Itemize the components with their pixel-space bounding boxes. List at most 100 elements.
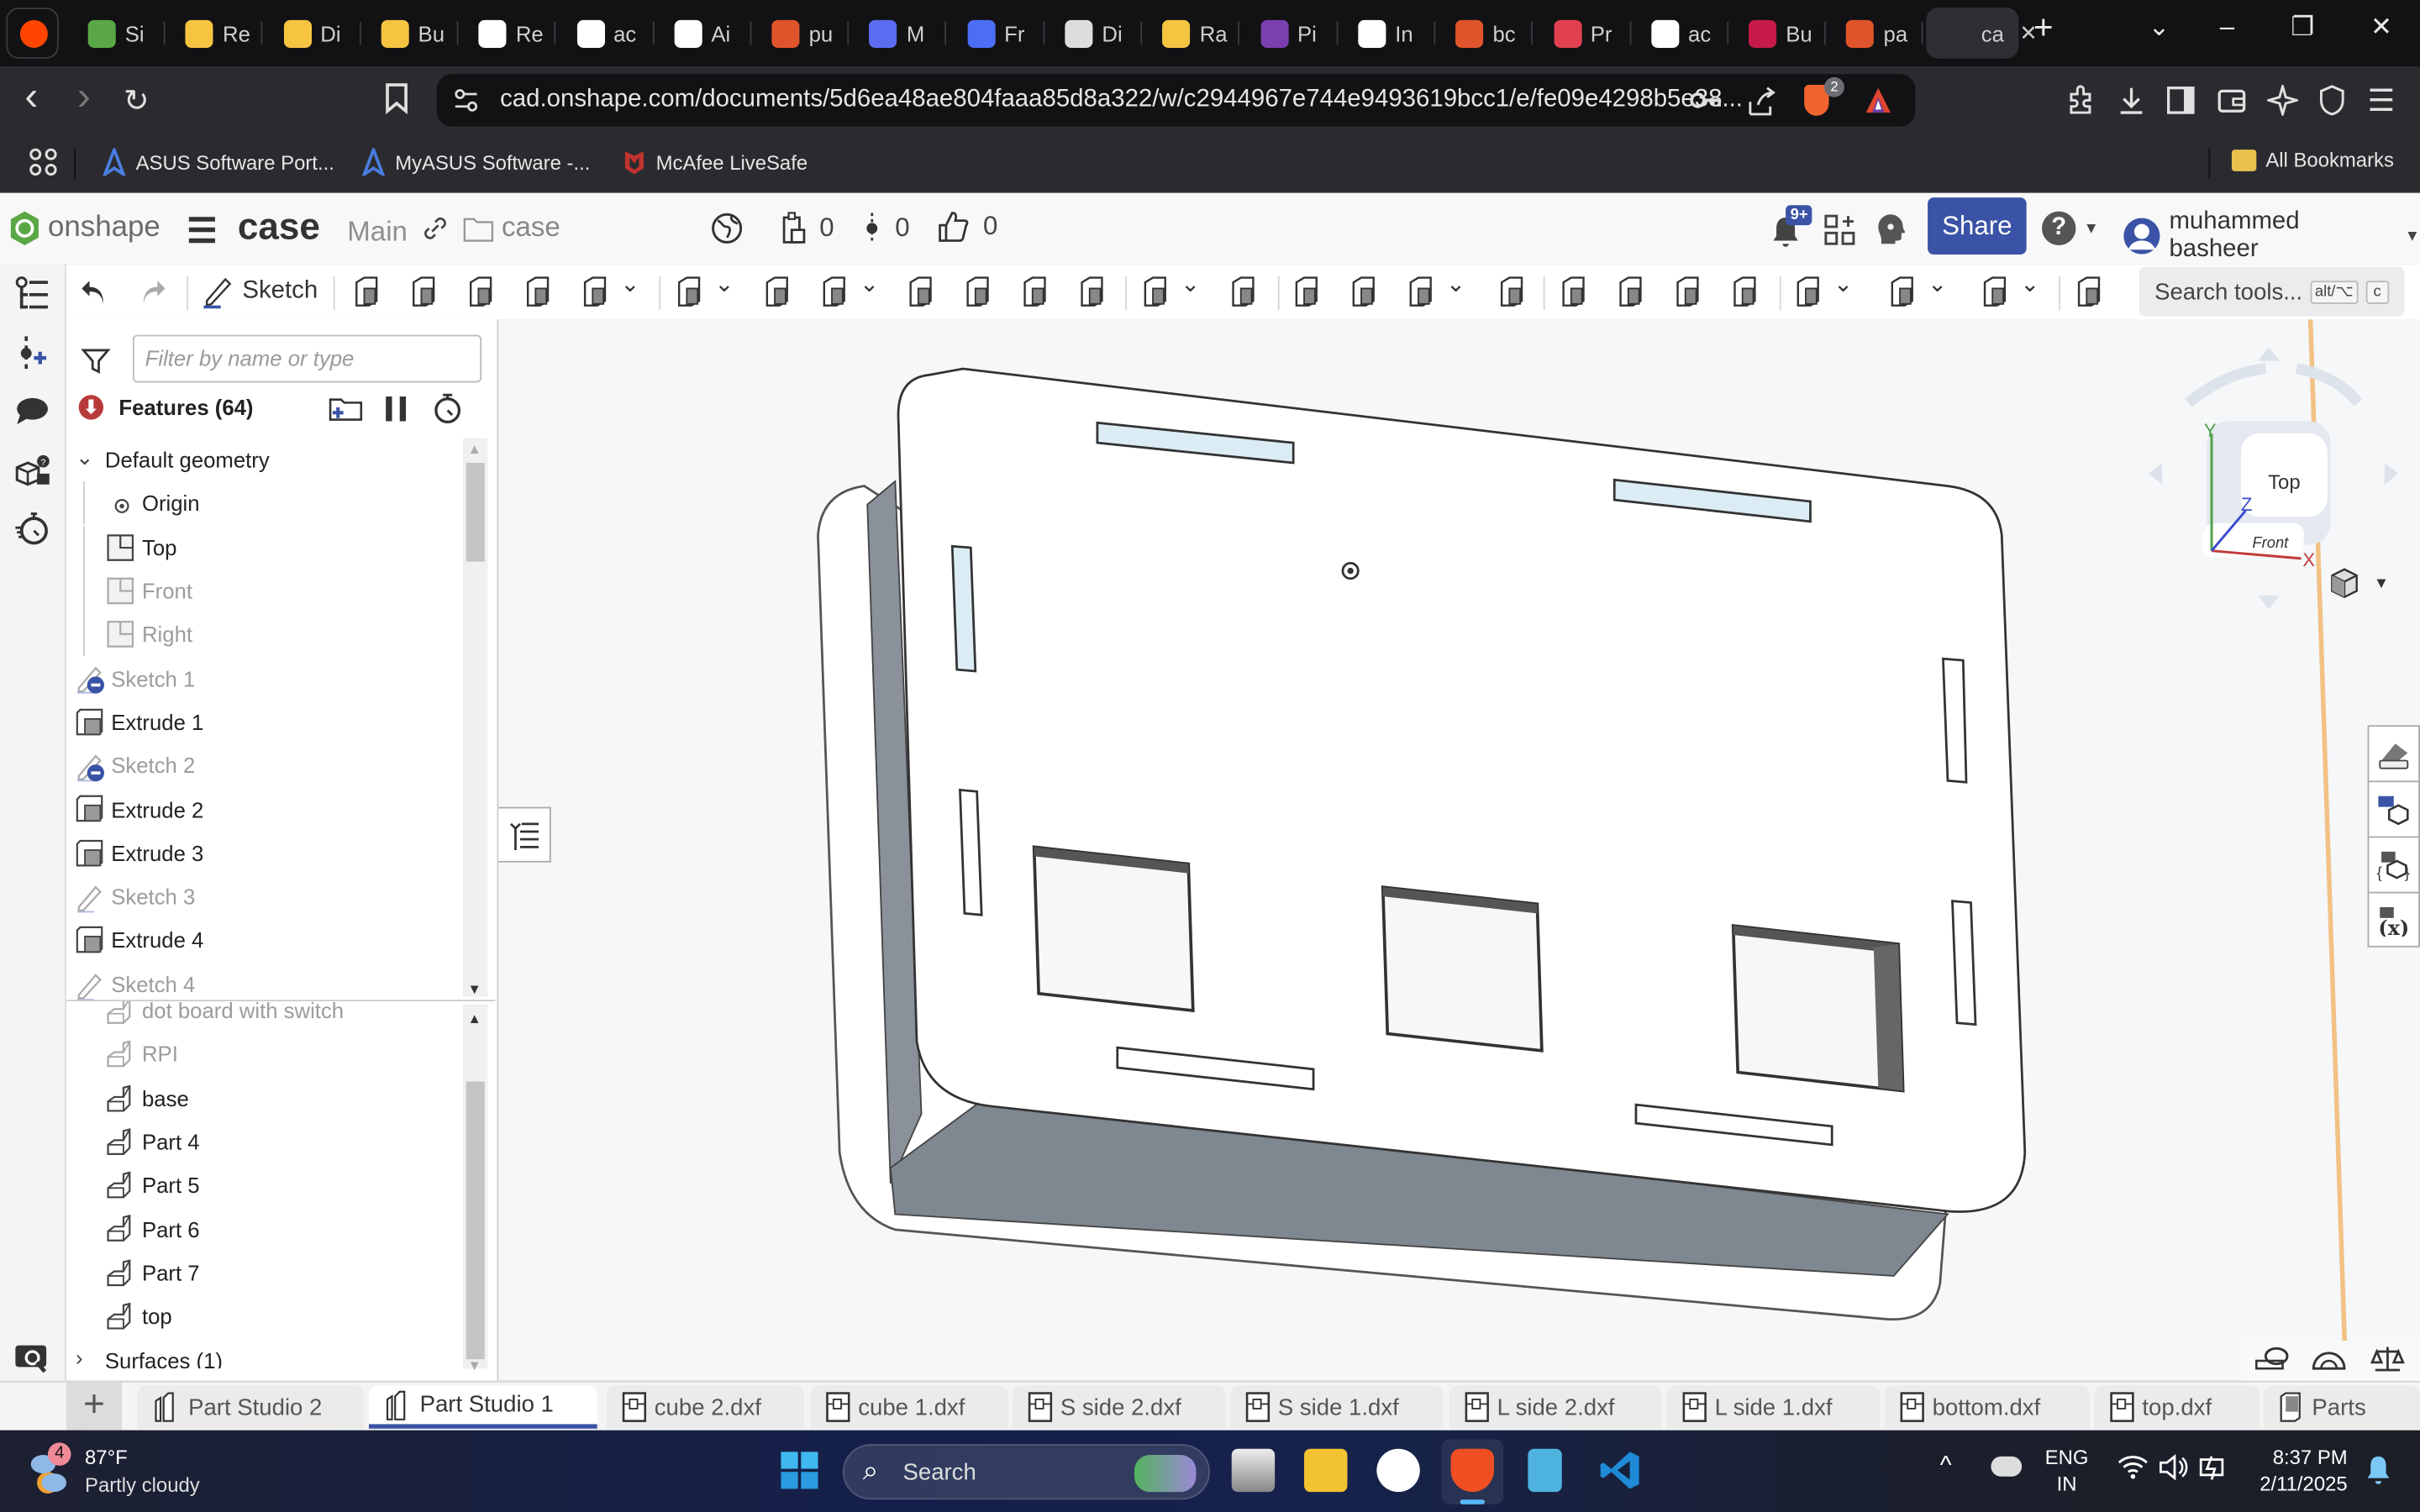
sheet-metal-icon[interactable] [1886, 275, 1919, 308]
feature-item[interactable]: Sketch 2 [66, 743, 461, 787]
browser-tab[interactable]: Ai [655, 8, 752, 59]
chamfer-icon[interactable] [761, 275, 795, 308]
search-help-icon[interactable] [14, 1341, 51, 1378]
chevron-down-icon[interactable]: ⌄ [860, 270, 879, 297]
hamburger-menu-icon[interactable]: ☰ [187, 212, 217, 252]
view-options-button[interactable]: ▼ [2328, 566, 2389, 600]
address-bar[interactable]: cad.onshape.com/documents/5d6ea48ae804fa… [436, 74, 1916, 127]
sweep-icon[interactable] [465, 275, 498, 308]
task-view-icon[interactable] [1231, 1448, 1276, 1493]
loft-icon[interactable] [522, 275, 555, 308]
add-custom-feature-icon[interactable] [2073, 275, 2107, 308]
draft-icon[interactable] [818, 275, 851, 308]
add-tab-button[interactable]: + [66, 1382, 123, 1431]
part-item[interactable]: Part 4 [66, 1120, 461, 1163]
public-globe-icon[interactable] [710, 212, 744, 254]
browser-tab[interactable]: In [1339, 8, 1435, 59]
browser-tab[interactable]: ac [1633, 8, 1728, 59]
insert-mate-connector-icon[interactable] [14, 335, 51, 372]
password-key-icon[interactable] [1690, 88, 1721, 121]
part-item[interactable]: Part 6 [66, 1207, 461, 1251]
transform-icon[interactable] [1404, 275, 1438, 308]
bookmark-mcafee-livesafe[interactable]: McAfee LiveSafe [622, 148, 808, 176]
restore-button[interactable]: ❐ [2281, 13, 2324, 44]
split-icon[interactable] [1347, 275, 1381, 308]
measure-tape-icon[interactable] [2254, 1344, 2289, 1383]
volume-icon[interactable] [2158, 1453, 2189, 1488]
sidebar-toggle-icon[interactable] [2166, 85, 2195, 125]
weather-widget[interactable]: 4 87°F Partly cloudy [28, 1442, 229, 1504]
feature-item[interactable]: Sketch 3 [66, 874, 461, 918]
tab-cube-2-dxf[interactable]: cube 2.dxf [606, 1385, 804, 1429]
onedrive-icon[interactable] [1991, 1456, 2023, 1477]
scroll-up-arrow[interactable]: ▲ [468, 1011, 481, 1026]
system-clock[interactable]: 8:37 PM 2/11/2025 [2245, 1444, 2347, 1496]
chevron-down-icon[interactable]: ⌄ [76, 444, 94, 470]
feature-item[interactable]: Front [66, 569, 461, 613]
forward-button[interactable]: › [77, 72, 91, 120]
configuration-locked-icon[interactable]: ? [14, 452, 51, 489]
feature-item[interactable]: Sketch 1 [66, 657, 461, 701]
chevron-down-icon[interactable]: ⌄ [2020, 270, 2039, 297]
feature-list-scrollbar[interactable]: ▲ ▼ [463, 438, 488, 997]
search-tools-input[interactable]: Search tools... alt/⌥ c [2139, 266, 2405, 317]
parts-list-scrollbar[interactable]: ▲ ▼ [463, 1004, 488, 1373]
new-tab-button[interactable]: + [2022, 8, 2065, 48]
feature-item[interactable]: Top [66, 525, 461, 570]
all-bookmarks-button[interactable]: All Bookmarks [2231, 148, 2394, 171]
scroll-down-arrow[interactable]: ▼ [468, 981, 481, 996]
browser-tab[interactable]: M [851, 8, 947, 59]
vscode-icon[interactable] [1599, 1449, 1642, 1492]
part-item[interactable]: Part 7 [66, 1251, 461, 1294]
stopwatch-icon[interactable] [432, 393, 463, 428]
pause-regeneration-icon[interactable] [384, 395, 408, 428]
scroll-thumb[interactable] [466, 463, 485, 562]
configurations-panel-icon[interactable]: {} [2369, 837, 2419, 894]
browser-tab[interactable]: Di [1046, 8, 1143, 59]
boolean-icon[interactable] [1291, 275, 1324, 308]
bookmark-asus-software-portal[interactable]: ASUS Software Port... [102, 148, 334, 176]
tab-s-side-1-dxf[interactable]: S side 1.dxf [1229, 1385, 1444, 1429]
modify-fillet-icon[interactable] [1557, 275, 1591, 308]
reload-button[interactable]: ↻ [124, 81, 150, 120]
feature-item[interactable]: Extrude 4 [66, 918, 461, 962]
browser-tab[interactable]: Re [167, 8, 263, 59]
vpn-icon[interactable] [2318, 85, 2346, 125]
chevron-right-icon[interactable]: › [76, 1346, 83, 1368]
part-item[interactable]: RPI [66, 1032, 461, 1076]
share-page-icon[interactable] [1745, 87, 1776, 125]
battery-charging-icon[interactable] [2198, 1452, 2229, 1490]
taskbar-search-box[interactable]: ⌕ Search [842, 1444, 1211, 1500]
filter-icon[interactable] [81, 345, 112, 384]
bookmark-myasus-software[interactable]: MyASUS Software -... [361, 148, 590, 176]
variable-table-icon[interactable]: (x) [2369, 893, 2418, 947]
chevron-down-icon[interactable]: ⌄ [1446, 270, 1465, 297]
branches-button[interactable]: 0 [865, 212, 910, 245]
minimize-button[interactable]: – [2206, 13, 2249, 44]
graphics-area[interactable]: Top Front Y X Z ▼ {} (x) [497, 319, 2420, 1381]
windows-start-icon[interactable] [780, 1451, 820, 1499]
protractor-icon[interactable] [2311, 1344, 2348, 1383]
redo-icon[interactable] [136, 275, 170, 308]
browser-tab[interactable]: ca ✕ [1925, 8, 2038, 59]
part-item[interactable]: top [66, 1294, 461, 1338]
scroll-down-arrow[interactable]: ▼ [468, 1357, 481, 1373]
document-title[interactable]: case [238, 207, 320, 249]
chevron-down-icon[interactable]: ⌄ [1928, 270, 1947, 297]
brave-browser-icon[interactable] [1450, 1448, 1494, 1493]
tab-part-studio-1[interactable]: Part Studio 1 [368, 1385, 597, 1429]
new-folder-icon[interactable] [329, 395, 363, 428]
wallet-icon[interactable] [2217, 85, 2248, 125]
file-explorer-icon[interactable] [1304, 1448, 1348, 1493]
site-info-icon[interactable] [454, 88, 478, 121]
help-menu-button[interactable]: ? ▼ [2042, 211, 2099, 246]
undo-icon[interactable] [77, 275, 111, 308]
thread-icon[interactable] [1076, 275, 1109, 308]
apps-grid-icon[interactable] [28, 146, 59, 181]
feature-item[interactable]: Extrude 3 [66, 831, 461, 874]
delete-face-icon[interactable] [1614, 275, 1648, 308]
feature-item[interactable]: Extrude 2 [66, 787, 461, 831]
bill-of-materials-icon[interactable] [2369, 782, 2419, 838]
onshape-logo[interactable]: onshape [8, 210, 160, 247]
feature-item[interactable]: Origin [66, 481, 461, 526]
